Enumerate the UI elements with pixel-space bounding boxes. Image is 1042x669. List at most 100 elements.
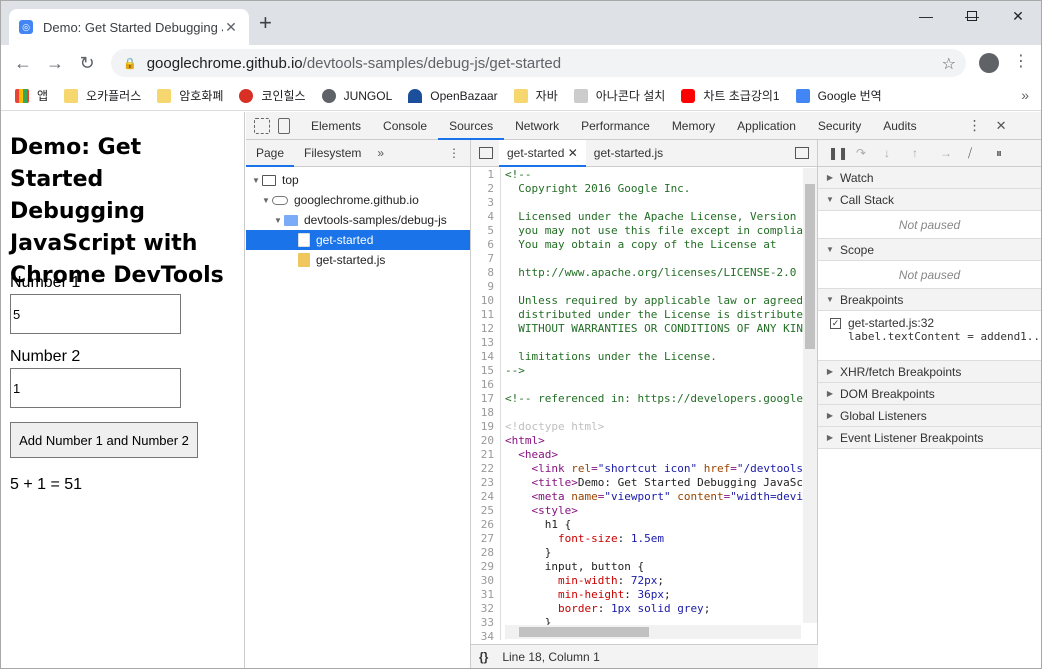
tree-label: get-started <box>316 233 374 247</box>
tab-performance[interactable]: Performance <box>570 112 661 140</box>
inspect-element-icon[interactable] <box>254 117 270 134</box>
bookmark-label: OpenBazaar <box>430 88 498 103</box>
tab-elements[interactable]: Elements <box>300 112 372 140</box>
expand-icon: ▼ <box>826 245 834 254</box>
tree-item-get-started-js[interactable]: get-started.js <box>246 250 470 270</box>
section-call-stack[interactable]: ▼ Call Stack <box>818 189 1041 211</box>
tab-application[interactable]: Application <box>726 112 807 140</box>
debugger-sidebar: ❚❚ ↷ ↓ ↑ → ⧸ ⏸ ▶ Watch ▼ Call Stack Not pa… <box>818 140 1041 668</box>
tab-network[interactable]: Network <box>504 112 570 140</box>
editor-tab-get-started-js[interactable]: get-started.js <box>586 140 671 167</box>
more-tabs-icon[interactable]: » <box>377 146 384 160</box>
editor-tab-get-started[interactable]: get-started ✕ <box>499 139 586 167</box>
section-xhr-breakpoints[interactable]: ▶ XHR/fetch Breakpoints <box>818 361 1041 383</box>
tab-filesystem[interactable]: Filesystem <box>294 140 371 167</box>
favicon-icon: ◎ <box>19 20 33 34</box>
bookmark-item[interactable]: OpenBazaar <box>408 88 498 103</box>
tree-item-get-started[interactable]: get-started <box>246 230 470 250</box>
close-devtools-icon[interactable]: ✕ <box>996 118 1007 134</box>
breakpoint-location: get-started.js:32 <box>848 316 935 330</box>
step-into-icon[interactable]: ↓ <box>884 146 912 160</box>
menu-icon[interactable]: ⋮ <box>1013 51 1029 71</box>
lock-icon: 🔒 <box>123 57 137 70</box>
maximize-icon[interactable] <box>949 1 995 31</box>
scope-status: Not paused <box>818 261 1041 289</box>
file-icon <box>298 233 310 247</box>
address-bar[interactable]: 🔒 googlechrome.github.io/devtools-sample… <box>111 49 966 77</box>
collapse-icon: ▶ <box>826 173 834 182</box>
breakpoint-item[interactable]: ✓ get-started.js:32 label.textContent = a… <box>818 311 1041 361</box>
apps-icon <box>15 88 29 103</box>
device-toolbar-icon[interactable] <box>278 117 290 134</box>
editor-vertical-scrollbar[interactable] <box>803 168 817 623</box>
navigator-menu-icon[interactable]: ⋮ <box>448 146 460 160</box>
minimize-icon[interactable]: — <box>903 1 949 31</box>
bookmark-item[interactable]: JUNGOL <box>321 88 392 103</box>
devtools-panel: Elements Console Sources Network Perform… <box>246 112 1041 668</box>
tree-item-domain[interactable]: ▼ googlechrome.github.io <box>246 190 470 210</box>
section-watch[interactable]: ▶ Watch <box>818 167 1041 189</box>
scrollbar-thumb[interactable] <box>805 184 815 349</box>
bookmark-item[interactable]: 자바 <box>513 87 558 104</box>
pretty-print-icon[interactable]: {} <box>479 650 488 664</box>
number2-label: Number 2 <box>10 348 81 365</box>
browser-tab[interactable]: ◎ Demo: Get Started Debugging J ✕ <box>9 9 249 45</box>
new-tab-button[interactable]: + <box>259 12 272 34</box>
tab-audits[interactable]: Audits <box>872 112 927 140</box>
scrollbar-thumb[interactable] <box>519 627 649 637</box>
pause-icon[interactable]: ❚❚ <box>828 146 856 160</box>
section-scope[interactable]: ▼ Scope <box>818 239 1041 261</box>
folder-icon <box>157 88 172 103</box>
toggle-navigator-icon[interactable] <box>479 147 493 159</box>
section-label: Breakpoints <box>840 292 904 307</box>
section-event-listener-breakpoints[interactable]: ▶ Event Listener Breakpoints <box>818 427 1041 449</box>
section-dom-breakpoints[interactable]: ▶ DOM Breakpoints <box>818 383 1041 405</box>
bookmark-item[interactable]: 암호화폐 <box>157 87 223 104</box>
tree-item-top[interactable]: ▼ top <box>246 170 470 190</box>
youtube-icon <box>681 88 696 103</box>
folder-icon <box>64 88 79 103</box>
section-breakpoints[interactable]: ▼ Breakpoints <box>818 289 1041 311</box>
expand-icon: ▼ <box>826 295 834 304</box>
close-window-icon[interactable]: ✕ <box>995 1 1041 31</box>
deactivate-breakpoints-icon[interactable]: ⧸ <box>968 146 996 161</box>
js-file-icon <box>298 253 310 267</box>
bookmark-item[interactable]: Google 번역 <box>795 87 882 104</box>
more-bookmarks-icon[interactable]: » <box>1021 87 1029 103</box>
tab-page[interactable]: Page <box>246 140 295 167</box>
bookmark-apps[interactable]: 앱 <box>15 87 48 104</box>
tab-title: Demo: Get Started Debugging J <box>43 19 223 35</box>
pause-on-exceptions-icon[interactable]: ⏸ <box>996 146 1024 161</box>
bookmark-item[interactable]: 오카플러스 <box>64 87 141 104</box>
section-label: Watch <box>840 170 874 185</box>
tab-security[interactable]: Security <box>807 112 872 140</box>
bookmark-item[interactable]: 차트 초급강의1 <box>681 87 780 104</box>
forward-icon[interactable]: → <box>39 53 71 74</box>
bookmark-item[interactable]: 아나콘다 설치 <box>573 87 665 104</box>
tab-console[interactable]: Console <box>372 112 438 140</box>
bookmark-star-icon[interactable]: ☆ <box>942 54 956 74</box>
number2-input[interactable]: 1 <box>10 368 181 408</box>
collapse-icon: ▶ <box>826 389 834 398</box>
step-out-icon[interactable]: ↑ <box>912 146 940 160</box>
step-icon[interactable]: → <box>940 146 968 160</box>
reload-icon[interactable]: ↻ <box>71 53 103 74</box>
number1-input[interactable]: 5 <box>10 294 181 334</box>
section-global-listeners[interactable]: ▶ Global Listeners <box>818 405 1041 427</box>
tab-memory[interactable]: Memory <box>661 112 726 140</box>
step-over-icon[interactable]: ↷ <box>856 146 884 160</box>
profile-avatar-icon[interactable] <box>979 53 999 73</box>
back-icon[interactable]: ← <box>7 53 39 74</box>
devtools-menu-icon[interactable]: ⋮ <box>968 117 982 134</box>
toggle-debugger-icon[interactable] <box>795 147 809 159</box>
close-tab-icon[interactable]: ✕ <box>223 19 239 36</box>
tab-sources[interactable]: Sources <box>438 112 505 140</box>
editor-horizontal-scrollbar[interactable] <box>505 625 801 639</box>
bookmark-item[interactable]: 코인힐스 <box>239 87 306 104</box>
bookmark-label: 차트 초급강의1 <box>703 89 780 103</box>
tree-item-folder[interactable]: ▼ devtools-samples/debug-js <box>246 210 470 230</box>
close-tab-icon[interactable]: ✕ <box>568 146 578 160</box>
code-view[interactable]: 1 <!-- 2 Copyright 2016 Google Inc. 3 4 L… <box>471 168 818 640</box>
breakpoint-checkbox[interactable]: ✓ <box>830 317 841 329</box>
add-numbers-button[interactable]: Add Number 1 and Number 2 <box>10 422 198 458</box>
